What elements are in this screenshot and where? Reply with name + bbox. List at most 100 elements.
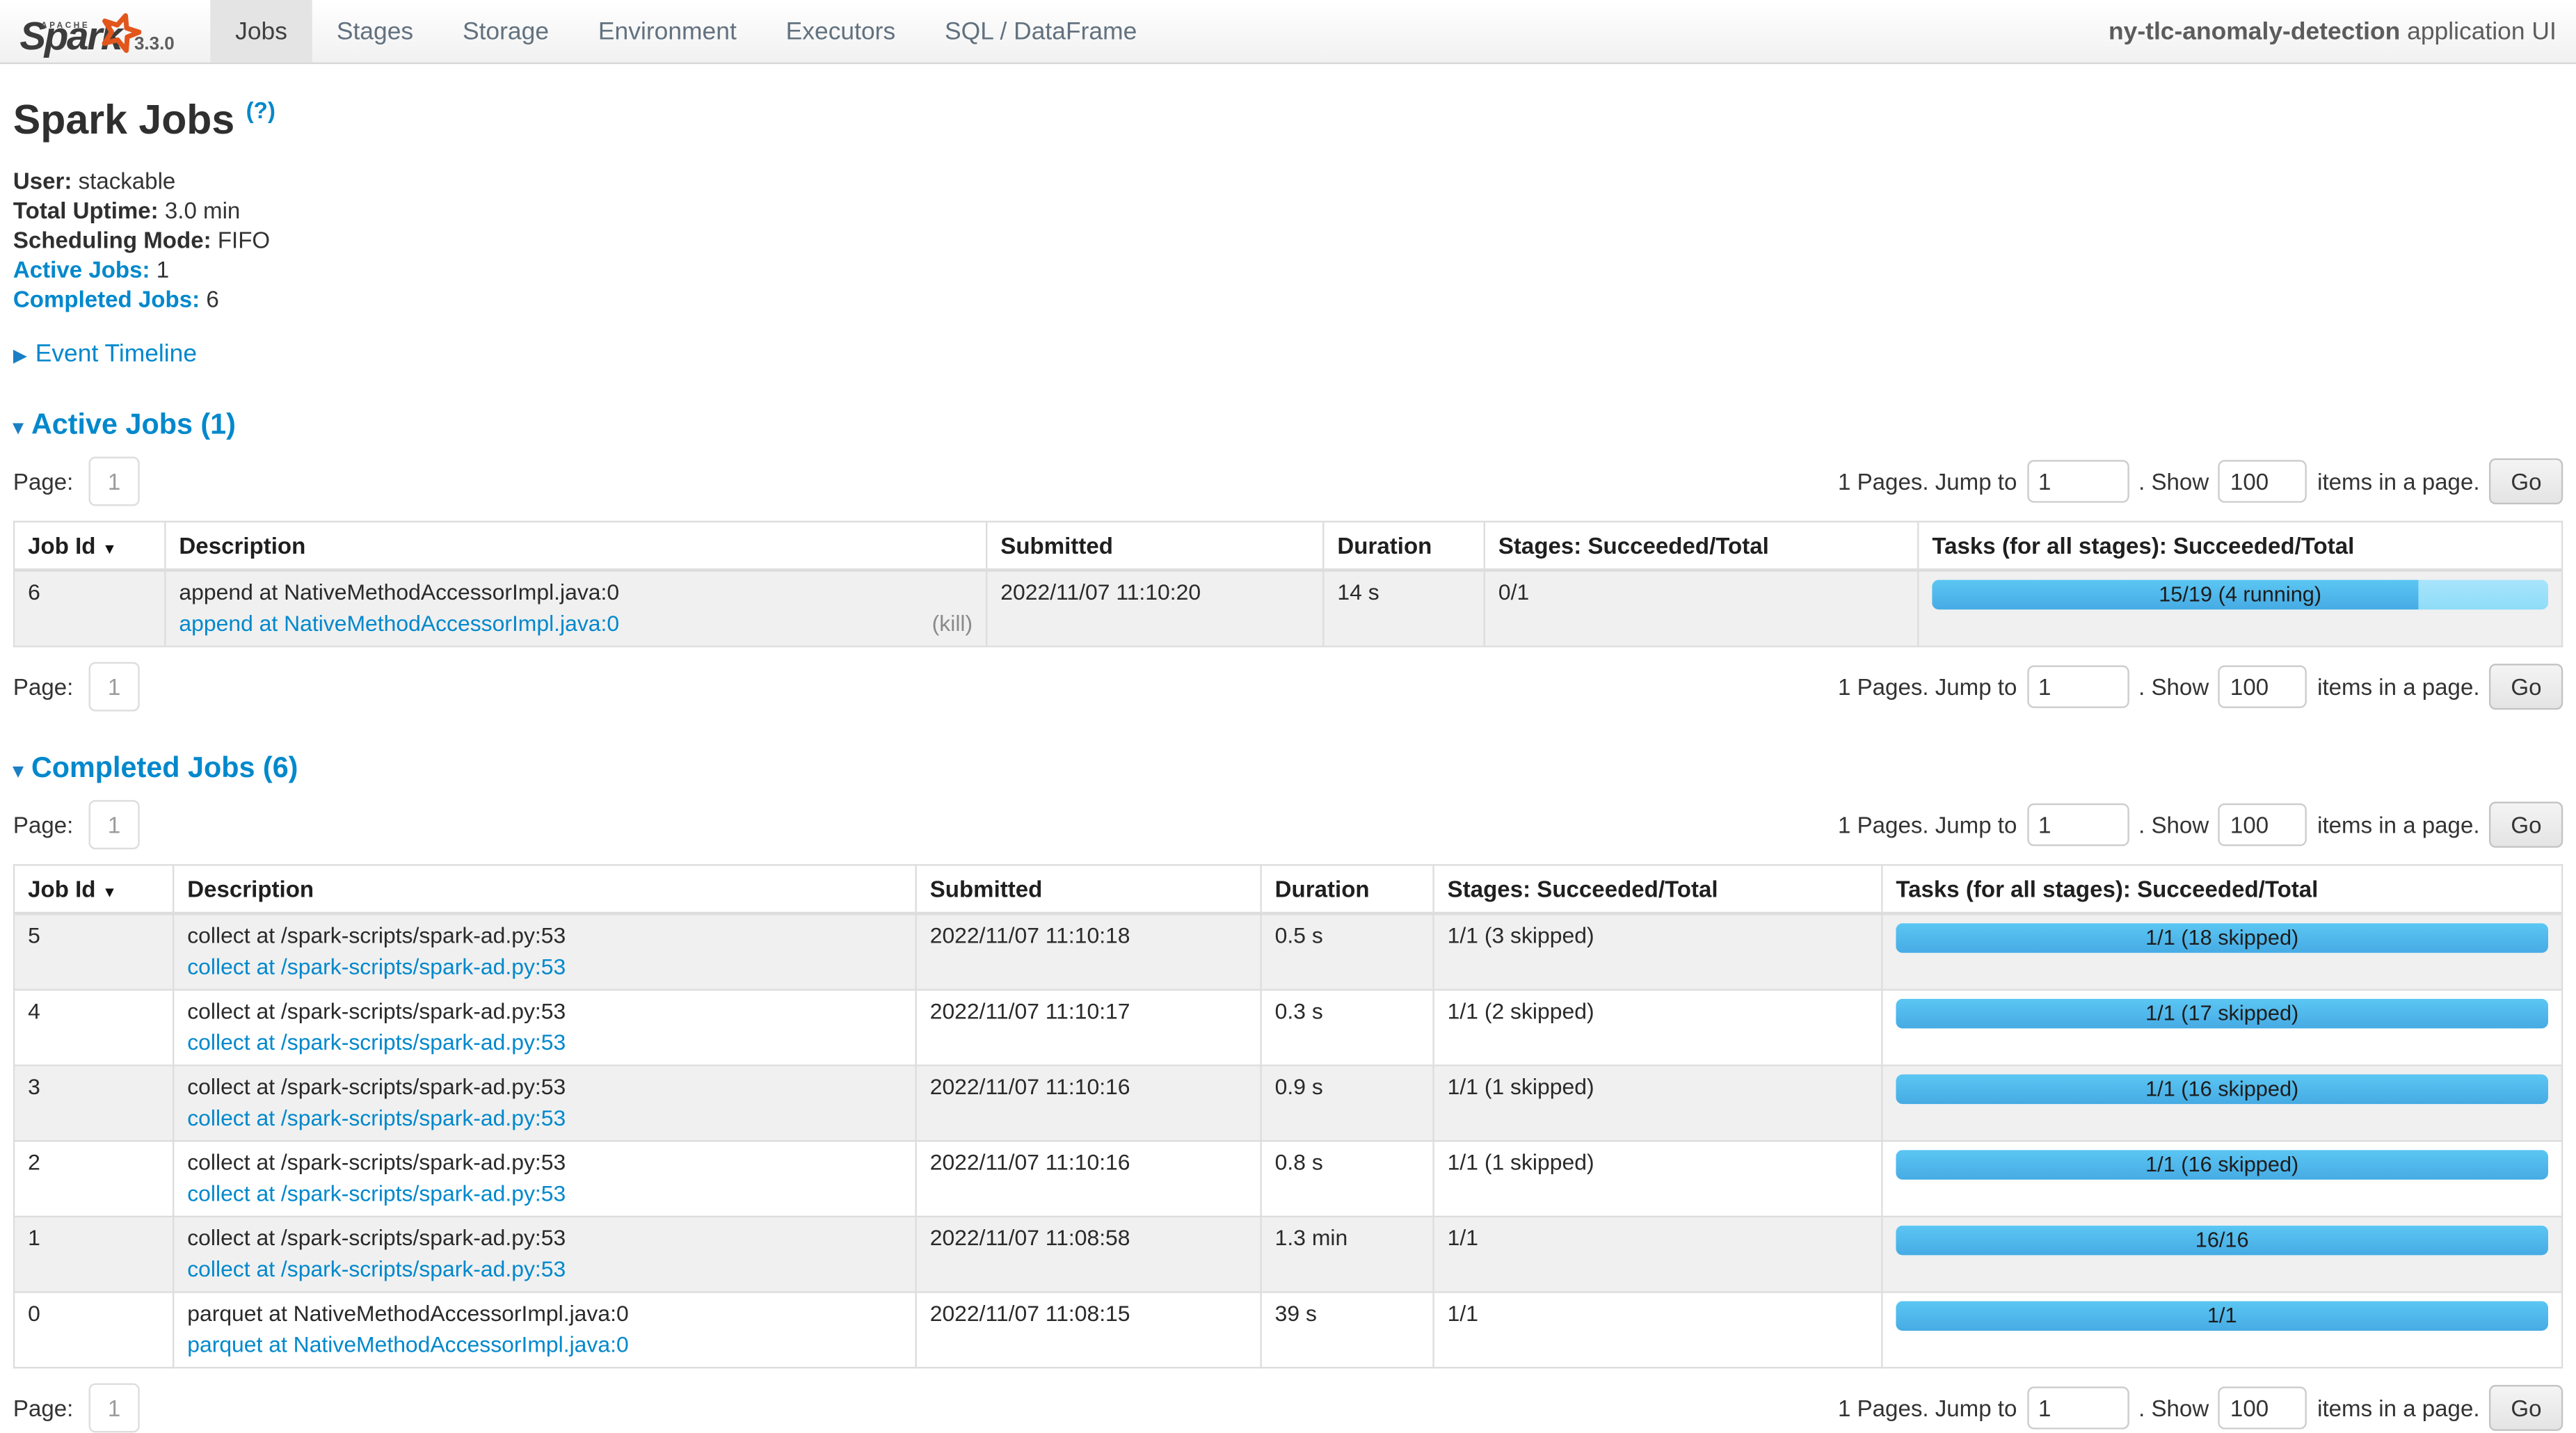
go-button[interactable]: Go: [2490, 459, 2563, 505]
pages-text: 1 Pages. Jump to: [1838, 812, 2017, 838]
job-stages-cell: 1/1 (3 skipped): [1434, 914, 1882, 991]
job-id-cell: 4: [14, 991, 173, 1066]
active-jobs-pagination-top: Page: 1 1 Pages. Jump to . Show items in…: [13, 457, 2563, 506]
job-submitted-cell: 2022/11/07 11:08:15: [916, 1292, 1261, 1368]
tasks-progress-bar: 15/19 (4 running): [1932, 580, 2548, 610]
tasks-progress-bar: 1/1: [1896, 1302, 2548, 1331]
completed-jobs-link[interactable]: Completed Jobs:: [13, 285, 200, 312]
tab-stages[interactable]: Stages: [312, 0, 438, 63]
go-button[interactable]: Go: [2490, 1386, 2563, 1432]
completed-job-row-3: 3 collect at /spark-scripts/spark-ad.py:…: [14, 1066, 2562, 1142]
go-button[interactable]: Go: [2490, 664, 2563, 710]
job-tasks-cell: 1/1 (16 skipped): [1882, 1142, 2562, 1217]
items-per-page-input[interactable]: [2218, 804, 2307, 847]
show-text: . Show: [2138, 469, 2209, 495]
tab-executors[interactable]: Executors: [761, 0, 920, 63]
col-description[interactable]: Description: [165, 522, 986, 571]
job-duration-cell: 0.3 s: [1261, 991, 1434, 1066]
items-per-page-input[interactable]: [2218, 461, 2307, 503]
col-job-id[interactable]: Job Id▼: [14, 865, 173, 914]
col-duration[interactable]: Duration: [1323, 522, 1484, 571]
completed-jobs-section-header[interactable]: ▾Completed Jobs (6): [13, 751, 2563, 786]
kill-job-link[interactable]: (kill): [932, 609, 973, 640]
job-description-cell: append at NativeMethodAccessorImpl.java:…: [165, 570, 986, 647]
job-detail-link[interactable]: collect at /spark-scripts/spark-ad.py:53: [187, 1181, 566, 1206]
progress-label: 1/1 (16 skipped): [1896, 1151, 2548, 1180]
tasks-progress-bar: 1/1 (16 skipped): [1896, 1151, 2548, 1180]
active-jobs-section-header[interactable]: ▾Active Jobs (1): [13, 408, 2563, 442]
page-number-button[interactable]: 1: [88, 663, 141, 712]
job-submitted-cell: 2022/11/07 11:10:16: [916, 1066, 1261, 1142]
event-timeline-toggle[interactable]: ▶Event Timeline: [13, 341, 2563, 369]
summary-active-jobs: Active Jobs: 1: [13, 256, 2563, 285]
col-job-id[interactable]: Job Id▼: [14, 522, 165, 571]
page-label: Page:: [13, 674, 73, 701]
job-description-cell: parquet at NativeMethodAccessorImpl.java…: [173, 1292, 915, 1368]
job-id-cell: 2: [14, 1142, 173, 1217]
jump-to-page-input[interactable]: [2027, 461, 2129, 503]
items-text: items in a page.: [2317, 812, 2479, 838]
job-tasks-cell: 1/1: [1882, 1292, 2562, 1368]
completed-jobs-table: Job Id▼ Description Submitted Duration S…: [13, 865, 2563, 1369]
tab-jobs[interactable]: Jobs: [211, 0, 312, 63]
job-stages-cell: 1/1: [1434, 1292, 1882, 1368]
col-tasks[interactable]: Tasks (for all stages): Succeeded/Total: [1918, 522, 2562, 571]
job-duration-cell: 0.9 s: [1261, 1066, 1434, 1142]
page-number-button[interactable]: 1: [88, 801, 141, 850]
completed-jobs-header-row: Job Id▼ Description Submitted Duration S…: [14, 865, 2562, 914]
job-detail-link[interactable]: collect at /spark-scripts/spark-ad.py:53: [187, 1105, 566, 1130]
progress-label: 15/19 (4 running): [1932, 580, 2548, 610]
jump-to-page-input[interactable]: [2027, 1387, 2129, 1430]
items-per-page-input[interactable]: [2218, 666, 2307, 708]
spark-logo: APACHE Spark 3.3.0: [0, 0, 194, 63]
tab-sql-dataframe[interactable]: SQL / DataFrame: [920, 0, 1162, 63]
jump-to-page-input[interactable]: [2027, 666, 2129, 708]
job-id-cell: 6: [14, 570, 165, 647]
collapse-right-icon: ▶: [13, 347, 27, 367]
page-number-button[interactable]: 1: [88, 1384, 141, 1433]
col-stages[interactable]: Stages: Succeeded/Total: [1485, 522, 1918, 571]
col-description[interactable]: Description: [173, 865, 915, 914]
job-duration-cell: 14 s: [1323, 570, 1484, 647]
job-detail-link[interactable]: collect at /spark-scripts/spark-ad.py:53: [187, 1256, 566, 1281]
completed-jobs-pagination-top: Page: 1 1 Pages. Jump to . Show items in…: [13, 801, 2563, 850]
items-text: items in a page.: [2317, 469, 2479, 495]
job-duration-cell: 1.3 min: [1261, 1217, 1434, 1293]
job-stages-cell: 1/1: [1434, 1217, 1882, 1293]
job-description-cell: collect at /spark-scripts/spark-ad.py:53…: [173, 1142, 915, 1217]
col-tasks[interactable]: Tasks (for all stages): Succeeded/Total: [1882, 865, 2562, 914]
col-duration[interactable]: Duration: [1261, 865, 1434, 914]
pages-text: 1 Pages. Jump to: [1838, 469, 2017, 495]
job-id-cell: 1: [14, 1217, 173, 1293]
job-submitted-cell: 2022/11/07 11:10:17: [916, 991, 1261, 1066]
help-link[interactable]: (?): [246, 97, 275, 123]
items-per-page-input[interactable]: [2218, 1387, 2307, 1430]
show-text: . Show: [2138, 812, 2209, 838]
job-detail-link[interactable]: collect at /spark-scripts/spark-ad.py:53: [187, 954, 566, 979]
tab-environment[interactable]: Environment: [573, 0, 761, 63]
col-submitted[interactable]: Submitted: [986, 522, 1323, 571]
items-text: items in a page.: [2317, 674, 2479, 701]
job-detail-link[interactable]: collect at /spark-scripts/spark-ad.py:53: [187, 1030, 566, 1054]
summary-uptime: Total Uptime: 3.0 min: [13, 198, 2563, 227]
col-submitted[interactable]: Submitted: [916, 865, 1261, 914]
jump-to-page-input[interactable]: [2027, 804, 2129, 847]
job-stages-cell: 1/1 (1 skipped): [1434, 1066, 1882, 1142]
page-title: Spark Jobs (?): [13, 97, 2563, 145]
collapse-down-icon: ▾: [13, 416, 23, 439]
pages-text: 1 Pages. Jump to: [1838, 1395, 2017, 1422]
active-job-row-6: 6 append at NativeMethodAccessorImpl.jav…: [14, 570, 2562, 647]
job-detail-link[interactable]: append at NativeMethodAccessorImpl.java:…: [179, 611, 619, 635]
collapse-down-icon: ▾: [13, 760, 23, 783]
job-detail-link[interactable]: parquet at NativeMethodAccessorImpl.java…: [187, 1332, 628, 1356]
tab-storage[interactable]: Storage: [438, 0, 574, 63]
job-duration-cell: 0.5 s: [1261, 914, 1434, 991]
go-button[interactable]: Go: [2490, 802, 2563, 848]
col-stages[interactable]: Stages: Succeeded/Total: [1434, 865, 1882, 914]
application-name: ny-tlc-anomaly-detection application UI: [2109, 17, 2576, 45]
page-number-button[interactable]: 1: [88, 457, 141, 506]
summary-list: User: stackable Total Uptime: 3.0 min Sc…: [13, 168, 2563, 314]
summary-user: User: stackable: [13, 168, 2563, 198]
active-jobs-pagination-bottom: Page: 1 1 Pages. Jump to . Show items in…: [13, 663, 2563, 712]
active-jobs-link[interactable]: Active Jobs:: [13, 256, 150, 282]
